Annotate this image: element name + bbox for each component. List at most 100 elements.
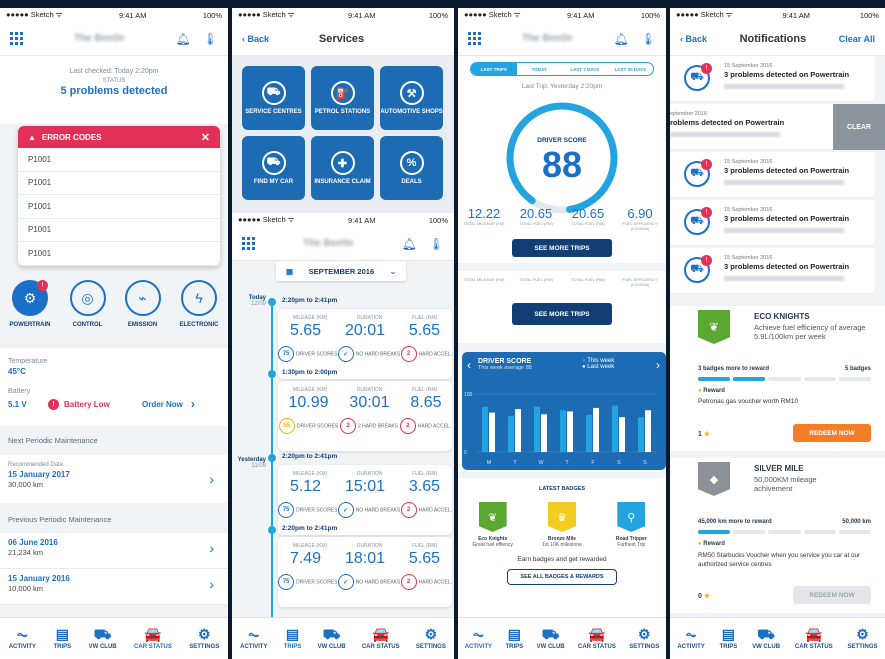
previous-maintenance-row[interactable]: 06 June 2016 21,234 km › <box>0 533 228 569</box>
tab-vw-club[interactable]: ⛟ VW CLUB <box>537 627 565 650</box>
bar-this-week <box>560 410 566 452</box>
service-insurance-claim[interactable]: ✚ INSURANCE CLAIM <box>311 136 374 200</box>
error-code-row[interactable]: P1001 <box>18 148 220 172</box>
y-tick-label: 100 <box>464 392 473 398</box>
tab-activity[interactable]: ⏦ ACTIVITY <box>677 627 704 650</box>
trip-card[interactable]: MILEAGE (KM) DURATION FUEL (RM) 7.49 18:01 5.… <box>278 537 452 607</box>
service-petrol-stations[interactable]: ⛽ PETROL STATIONS <box>311 66 374 130</box>
see-more-trips-button[interactable]: SEE MORE TRIPS <box>512 239 612 257</box>
chevron-right-icon: › <box>209 471 214 487</box>
tab-settings[interactable]: ⚙ SETTINGS <box>189 627 219 650</box>
tab-car-status[interactable]: 🚘 CAR STATUS <box>795 627 833 650</box>
error-code-row[interactable]: P1001 <box>18 219 220 242</box>
petrol-pump-icon: ⛽ <box>330 81 355 105</box>
tab-trips[interactable]: ▤ TRIPS <box>54 627 72 650</box>
segment-today[interactable]: TODAY <box>517 63 563 75</box>
tab-vw-club[interactable]: ⛟ VW CLUB <box>89 627 117 650</box>
order-now-link[interactable]: Order Now › <box>142 397 195 411</box>
system-electronic[interactable]: ϟ ELECTRONIC <box>180 280 219 328</box>
clear-all-button[interactable]: Clear All <box>839 34 875 44</box>
alert-icon: ! <box>701 255 712 266</box>
notification-item[interactable]: ⛟! 15 September 2016 3 problems detected o… <box>670 200 875 246</box>
notification-item-swiped[interactable]: eptember 2016 roblems detected on Powertr… <box>670 104 885 150</box>
tab-trips[interactable]: ▤ TRIPS <box>506 627 524 650</box>
bar-chart-svg: 100 0 M T W T F S S <box>464 392 658 466</box>
tab-car-status[interactable]: 🚘 CAR STATUS <box>134 627 172 650</box>
error-code-row[interactable]: P1001 <box>18 242 220 266</box>
tab-settings[interactable]: ⚙ SETTINGS <box>848 627 878 650</box>
see-all-badges-button[interactable]: SEE ALL BADGES & REWARDS <box>507 569 617 585</box>
tab-trips[interactable]: ▤ TRIPS <box>284 627 302 650</box>
header: ‹ Back Services <box>232 22 454 56</box>
thermometer-icon[interactable]: 🌡︎ <box>641 32 656 46</box>
menu-grid-icon[interactable] <box>468 32 481 45</box>
chevron-down-icon: ⌄ <box>389 266 396 276</box>
service-deals[interactable]: % DEALS <box>380 136 443 200</box>
tab-car-status[interactable]: 🚘 CAR STATUS <box>578 627 616 650</box>
car-alert-icon: ⛟! <box>684 159 712 187</box>
segment-last-trips[interactable]: LAST TRIPS <box>471 63 517 75</box>
system-emission[interactable]: ⌁ EMISSION <box>124 280 161 328</box>
tab-activity[interactable]: ⏦ ACTIVITY <box>240 627 267 650</box>
service-find-my-car[interactable]: ⛟ FIND MY CAR <box>242 136 305 200</box>
screen-car-status: ●●●●● Sketch ᯤ 9:41 AM 100% The Beetle 🔔… <box>0 8 228 659</box>
notification-detail <box>670 132 780 137</box>
month-picker[interactable]: ▦ SEPTEMBER 2016 ⌄ <box>276 261 406 281</box>
back-button[interactable]: ‹ Back <box>242 34 269 44</box>
segment-last-7-days[interactable]: LAST 7 DAYS <box>562 63 608 75</box>
trip-card[interactable]: MILEAGE (KM) DURATION FUEL (RM) 10.99 30:01 8… <box>278 381 452 451</box>
emission-icon: ⌁ <box>124 280 161 316</box>
tab-settings[interactable]: ⚙ SETTINGS <box>416 627 446 650</box>
tab-vw-club[interactable]: ⛟ VW CLUB <box>752 627 780 650</box>
thermometer-icon[interactable]: 🌡︎ <box>429 237 444 251</box>
close-icon[interactable]: ✕ <box>201 131 210 144</box>
bar-last-week <box>541 414 547 452</box>
badge-bronze-mile[interactable]: ♛ Bronze Mile 1st 10K milestone <box>532 502 592 548</box>
tab-bar: ⏦ ACTIVITY ▤ TRIPS ⛟ VW CLUB 🚘 CAR STATUS ⚙ SETTI… <box>458 617 666 659</box>
system-powertrain[interactable]: ⚙! POWERTRAIN <box>10 280 51 328</box>
service-automotive-shops[interactable]: ⚒ AUTOMOTIVE SHOPS <box>380 66 443 130</box>
tab-car-status[interactable]: 🚘 CAR STATUS <box>362 627 400 650</box>
tab-trips[interactable]: ▤ TRIPS <box>720 627 738 650</box>
tab-activity[interactable]: ⏦ ACTIVITY <box>9 627 36 650</box>
progress-segment <box>838 377 872 381</box>
badge-eco-knights[interactable]: ❦ Eco Knights Great fuel effiency <box>463 502 523 548</box>
see-more-trips-button-2[interactable]: SEE MORE TRIPS <box>512 303 612 325</box>
badge-road-tripper[interactable]: ⚲ Road Tripper Furthest Trip <box>601 502 661 548</box>
thermometer-icon[interactable]: 🌡︎ <box>203 32 218 46</box>
back-button[interactable]: ‹ Back <box>680 34 707 44</box>
notification-detail <box>724 180 844 185</box>
notification-item[interactable]: ⛟! 15 September 2016 3 problems detected o… <box>670 152 875 198</box>
previous-maintenance-row[interactable]: 15 January 2016 10,000 km › <box>0 569 228 605</box>
redeem-now-button-disabled[interactable]: REDEEM NOW <box>793 586 871 604</box>
bell-icon[interactable]: 🔔︎ <box>614 32 629 46</box>
service-service-centres[interactable]: ⛟ SERVICE CENTRES <box>242 66 305 130</box>
error-code-list: P1001 P1001 P1001 P1001 P1001 <box>18 148 220 266</box>
redeem-now-button[interactable]: REDEEM NOW <box>793 424 871 442</box>
notification-item[interactable]: ⛟! 15 September 2016 3 problems detected o… <box>670 248 875 294</box>
next-maintenance-row[interactable]: Recommended Date 15 January 2017 30,000 … <box>0 455 228 503</box>
chevron-left-icon[interactable]: ‹ <box>467 358 471 372</box>
bell-icon[interactable]: 🔔︎ <box>176 32 191 46</box>
tab-vw-club[interactable]: ⛟ VW CLUB <box>318 627 346 650</box>
alert-icon: ! <box>37 280 48 291</box>
system-control[interactable]: ◎ CONTROL <box>69 280 106 328</box>
menu-grid-icon[interactable] <box>10 32 23 45</box>
check-icon: ✓ <box>337 574 354 590</box>
menu-grid-icon[interactable] <box>242 237 255 250</box>
tab-activity[interactable]: ⏦ ACTIVITY <box>465 627 492 650</box>
star-icon: ★ <box>703 431 711 438</box>
stat: 20.65 TOTAL FUEL (RM) <box>519 206 553 226</box>
tab-settings[interactable]: ⚙ SETTINGS <box>629 627 659 650</box>
trips-icon: ▤ <box>721 626 736 642</box>
segment-last-30-days[interactable]: LAST 30 DAYS <box>608 63 654 75</box>
error-code-row[interactable]: P1001 <box>18 172 220 195</box>
bell-icon[interactable]: 🔔︎ <box>402 237 417 251</box>
y-tick-label: 0 <box>464 450 467 456</box>
clear-button[interactable]: CLEAR <box>833 104 885 150</box>
period-segmented-control: LAST TRIPS TODAY LAST 7 DAYS LAST 30 DAYS <box>470 62 654 76</box>
notification-item[interactable]: ⛟! 15 September 2016 3 problems detected o… <box>670 56 875 102</box>
error-code-row[interactable]: P1001 <box>18 195 220 219</box>
chevron-right-icon[interactable]: › <box>656 358 660 372</box>
engine-icon: ⚙! <box>12 280 48 316</box>
